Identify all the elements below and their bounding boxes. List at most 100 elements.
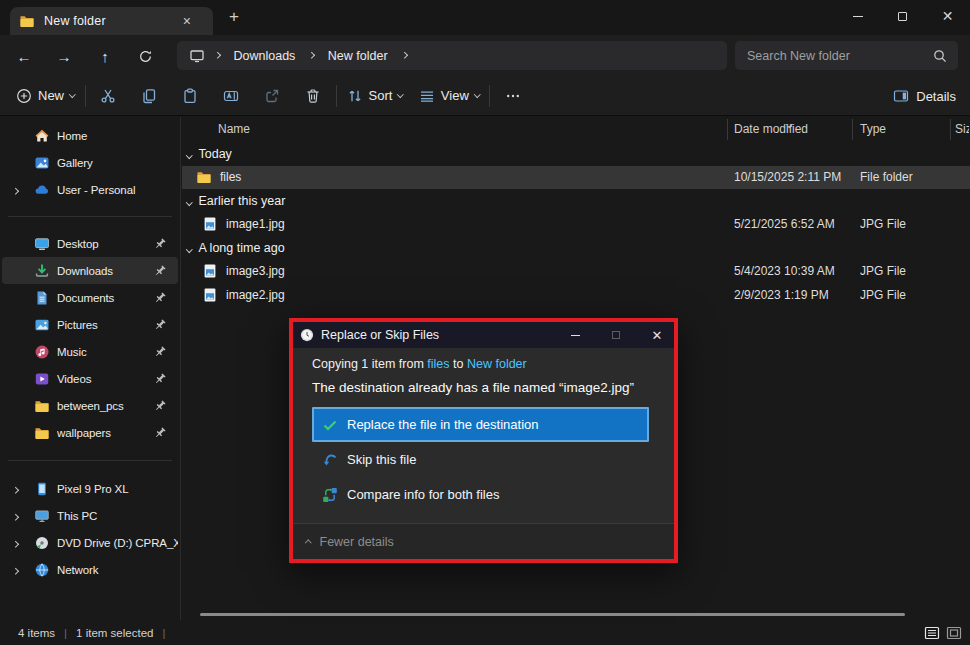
- share-button[interactable]: [252, 80, 293, 112]
- breadcrumb-chevron-icon[interactable]: [401, 52, 407, 58]
- group-header-today[interactable]: Today: [182, 142, 970, 166]
- dialog-close-button[interactable]: ✕: [640, 322, 674, 348]
- pin-icon: [153, 318, 167, 332]
- replace-file-button[interactable]: Replace the file in the destination: [312, 407, 649, 442]
- breadcrumb-chevron-icon[interactable]: [308, 52, 314, 58]
- dialog-maximize-button: [599, 322, 633, 348]
- column-header-name[interactable]: Name: [218, 122, 250, 136]
- tab-strip: New folder × + ✕: [0, 0, 970, 35]
- column-header-type[interactable]: Type: [860, 122, 886, 136]
- sort-button-label: Sort: [369, 88, 393, 103]
- sidebar-item-gallery[interactable]: Gallery: [2, 149, 178, 176]
- more-options-button[interactable]: [492, 80, 533, 112]
- details-view-toggle[interactable]: [923, 624, 940, 641]
- refresh-button[interactable]: [130, 41, 160, 71]
- skip-file-button[interactable]: Skip this file: [312, 442, 655, 477]
- chevron-right-icon[interactable]: [13, 510, 18, 522]
- dialog-minimize-button[interactable]: [558, 322, 592, 348]
- compare-files-button[interactable]: Compare info for both files: [312, 477, 655, 512]
- onedrive-icon: [34, 182, 50, 198]
- skip-icon: [322, 452, 338, 468]
- items-count: 4 items: [18, 627, 55, 639]
- group-label: Earlier this year: [199, 194, 286, 208]
- sort-button[interactable]: Sort: [339, 80, 411, 112]
- file-date-modified: 5/4/2023 10:39 AM: [734, 264, 835, 278]
- chevron-right-icon[interactable]: [13, 564, 18, 576]
- chevron-down-icon: [69, 91, 75, 97]
- back-button[interactable]: ←: [9, 41, 39, 71]
- chevron-down-icon: [187, 194, 192, 208]
- sidebar-item-between-pcs[interactable]: between_pcs: [2, 392, 178, 419]
- chevron-right-icon[interactable]: [13, 483, 18, 495]
- column-headers: Name Date modified Type Size: [182, 117, 970, 142]
- sidebar-item-network[interactable]: Network: [2, 556, 178, 583]
- chevron-down-icon: [397, 91, 403, 97]
- paste-button[interactable]: [170, 80, 211, 112]
- details-pane-icon: [893, 88, 909, 104]
- sidebar-item-dvd-drive-d-cpra-x64fre[interactable]: DVD Drive (D:) CPRA_X64FRE_: [2, 529, 178, 556]
- file-type: JPG File: [860, 288, 906, 302]
- sidebar-item-downloads[interactable]: Downloads: [2, 257, 178, 284]
- sidebar-item-user-personal[interactable]: User - Personal: [2, 176, 178, 203]
- search-box[interactable]: Search New folder: [735, 41, 958, 70]
- file-row-image2-jpg[interactable]: image2.jpg2/9/2023 1:19 PMJPG File: [182, 283, 970, 307]
- tab-new-folder[interactable]: New folder ×: [10, 7, 213, 35]
- new-button-label: New: [38, 88, 64, 103]
- tab-close-icon[interactable]: ×: [183, 14, 191, 28]
- dialog-message: The destination already has a file named…: [312, 380, 655, 395]
- column-header-date-modified[interactable]: Date modified: [734, 122, 808, 136]
- sidebar-item-documents[interactable]: Documents: [2, 284, 178, 311]
- details-pane-button[interactable]: Details: [893, 80, 956, 112]
- sidebar-item-label: This PC: [57, 510, 178, 522]
- sidebar-item-desktop[interactable]: Desktop: [2, 230, 178, 257]
- sidebar-item-label: Network: [57, 564, 178, 576]
- view-button[interactable]: View: [411, 80, 487, 112]
- search-icon[interactable]: [932, 48, 948, 64]
- thumbnail-view-toggle[interactable]: [945, 624, 962, 641]
- breadcrumb-item-new-folder[interactable]: New folder: [322, 49, 394, 63]
- horizontal-scrollbar[interactable]: [200, 613, 905, 616]
- sidebar-item-videos[interactable]: Videos: [2, 365, 178, 392]
- group-header-a-long-time-ago[interactable]: A long time ago: [182, 236, 970, 260]
- group-header-earlier-this-year[interactable]: Earlier this year: [182, 189, 970, 213]
- sidebar-item-label: Pixel 9 Pro XL: [57, 483, 178, 495]
- sidebar-item-this-pc[interactable]: This PC: [2, 502, 178, 529]
- gallery-icon: [34, 155, 50, 171]
- window-maximize-button[interactable]: [880, 0, 925, 32]
- videos-icon: [34, 371, 50, 387]
- new-tab-button[interactable]: +: [221, 4, 247, 30]
- breadcrumb-chevron-icon[interactable]: [214, 52, 220, 58]
- column-header-size[interactable]: Size: [955, 122, 969, 136]
- sidebar-item-pixel-9-pro-xl[interactable]: Pixel 9 Pro XL: [2, 475, 178, 502]
- copy-button[interactable]: [129, 80, 170, 112]
- folder-icon: [34, 425, 50, 441]
- file-row-image3-jpg[interactable]: image3.jpg5/4/2023 10:39 AMJPG File: [182, 260, 970, 284]
- file-row-image1-jpg[interactable]: image1.jpg5/21/2025 6:52 AMJPG File: [182, 213, 970, 237]
- network-icon: [34, 562, 50, 578]
- new-button[interactable]: New: [8, 80, 83, 112]
- status-bar: 4 items | 1 item selected |: [0, 620, 970, 645]
- window-minimize-button[interactable]: [835, 0, 880, 32]
- breadcrumb-item-downloads[interactable]: Downloads: [228, 49, 302, 63]
- sidebar-item-home[interactable]: Home: [2, 122, 178, 149]
- cut-button[interactable]: [88, 80, 129, 112]
- this-pc-icon[interactable]: [189, 48, 205, 64]
- rename-button[interactable]: [211, 80, 252, 112]
- sidebar-item-pictures[interactable]: Pictures: [2, 311, 178, 338]
- chevron-right-icon[interactable]: [13, 537, 18, 549]
- source-folder-link[interactable]: files: [427, 357, 449, 371]
- forward-button[interactable]: →: [49, 41, 79, 71]
- sidebar-separator: [8, 216, 172, 217]
- chevron-right-icon[interactable]: [13, 184, 18, 196]
- file-name: image1.jpg: [226, 217, 285, 231]
- destination-folder-link[interactable]: New folder: [467, 357, 527, 371]
- window-close-button[interactable]: ✕: [925, 0, 970, 32]
- delete-button[interactable]: [293, 80, 334, 112]
- file-row-files[interactable]: files10/15/2025 2:11 PMFile folder: [182, 166, 970, 190]
- pin-icon: [153, 399, 167, 413]
- fewer-details-button[interactable]: Fewer details: [293, 523, 674, 559]
- sidebar-item-wallpapers[interactable]: wallpapers: [2, 419, 178, 446]
- up-button[interactable]: ↑: [90, 41, 120, 71]
- sidebar-item-music[interactable]: Music: [2, 338, 178, 365]
- navigation-bar: ← → ↑ Downloads New folder Search New fo…: [0, 35, 970, 76]
